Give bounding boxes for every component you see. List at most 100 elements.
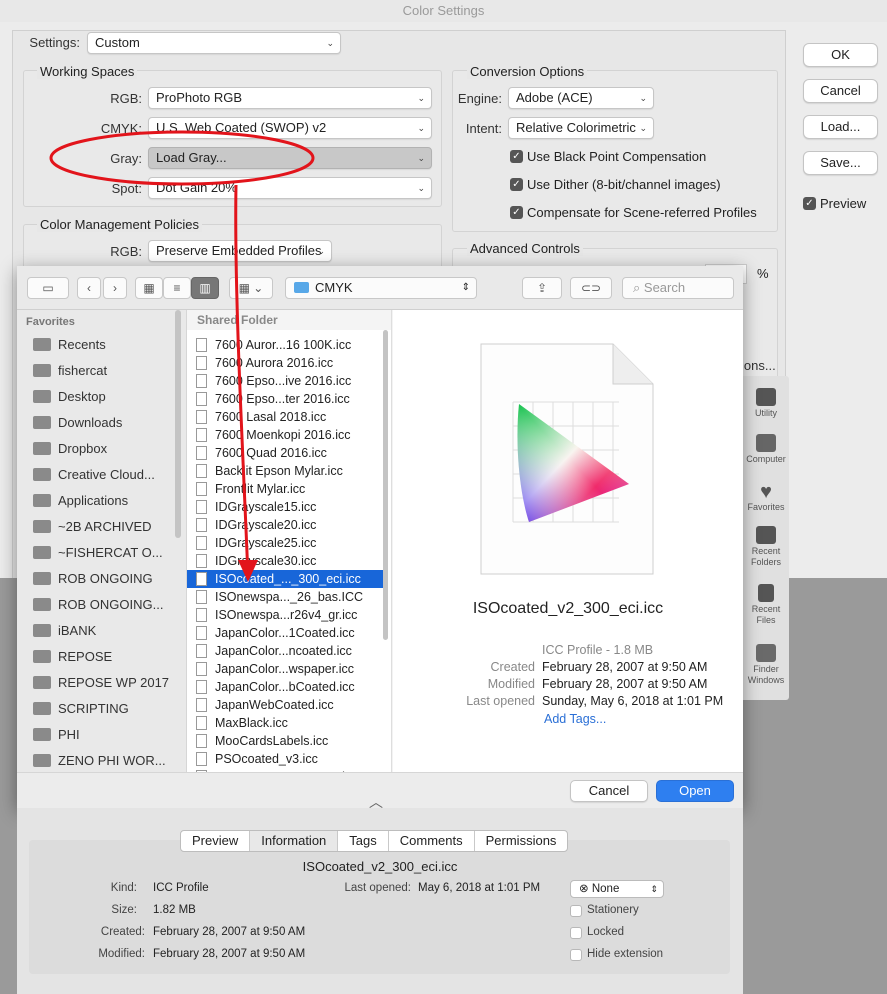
sidebar-item[interactable]: ~FISHERCAT O... <box>33 542 163 564</box>
sidebar-item[interactable]: Recents <box>33 334 106 356</box>
list-icon: ≡ <box>173 281 181 295</box>
utility-button[interactable]: Utility <box>743 388 789 419</box>
file-row[interactable]: MooCardsLabels.icc <box>187 732 387 750</box>
file-row[interactable]: ISOnewspa..._26_bas.ICC <box>187 588 387 606</box>
file-name: IDGrayscale30.icc <box>215 554 317 568</box>
file-row[interactable]: 7600 Auror...16 100K.icc <box>187 336 387 354</box>
engine-popup[interactable]: Adobe (ACE) ⌄ <box>508 87 654 109</box>
collapse-chevron-icon[interactable]: ︿ <box>369 792 383 812</box>
tab-preview[interactable]: Preview <box>181 831 251 851</box>
tab-information[interactable]: Information <box>250 831 339 851</box>
add-tags-link[interactable]: Add Tags... <box>544 712 606 726</box>
file-row[interactable]: IDGrayscale15.icc <box>187 498 387 516</box>
sidebar-item[interactable]: ROB ONGOING <box>33 568 153 590</box>
location-popup[interactable]: CMYK ⇕ <box>285 277 477 299</box>
file-row[interactable]: 7600 Epso...ter 2016.icc <box>187 390 387 408</box>
open-button[interactable]: Open <box>656 780 734 802</box>
file-row[interactable]: 7600 Epso...ive 2016.icc <box>187 372 387 390</box>
sidebar-item[interactable]: REPOSE WP 2017 <box>33 672 169 694</box>
file-row[interactable]: 7600 Quad 2016.icc <box>187 444 387 462</box>
cmyk-working-space-popup[interactable]: U.S. Web Coated (SWOP) v2 ⌄ <box>148 117 432 139</box>
icon-view-button[interactable]: ▦ <box>135 277 163 299</box>
group-view-button[interactable]: ▦ ⌄ <box>229 277 273 299</box>
back-button[interactable]: ‹ <box>77 277 101 299</box>
gray-value: Load Gray... <box>156 150 227 165</box>
file-row[interactable]: 7600 Moenkopi 2016.icc <box>187 426 387 444</box>
file-row[interactable]: ISOnewspa...r26v4_gr.icc <box>187 606 387 624</box>
search-field[interactable]: ⌕ Search <box>622 277 734 299</box>
locked-checkbox[interactable] <box>570 927 582 939</box>
file-row[interactable]: ISOcoated_..._300_eci.icc <box>187 570 387 588</box>
file-row[interactable]: JapanColor...1Coated.icc <box>187 624 387 642</box>
stationery-checkbox[interactable] <box>570 905 582 917</box>
file-row[interactable]: IDGrayscale25.icc <box>187 534 387 552</box>
sidebar-item[interactable]: ~2B ARCHIVED <box>33 516 152 538</box>
file-row[interactable]: JapanColor...ncoated.icc <box>187 642 387 660</box>
scene-referred-checkbox[interactable]: ✓ <box>510 206 523 219</box>
preview-checkbox[interactable]: ✓ <box>803 197 816 210</box>
folder-icon <box>33 390 51 403</box>
cancel-button[interactable]: Cancel <box>803 79 878 103</box>
sidebar-item[interactable]: ROB ONGOING... <box>33 594 163 616</box>
file-row[interactable]: IDGrayscale20.icc <box>187 516 387 534</box>
rgb-working-space-popup[interactable]: ProPhoto RGB ⌄ <box>148 87 432 109</box>
black-point-checkbox[interactable]: ✓ <box>510 150 523 163</box>
sidebar-item[interactable]: Creative Cloud... <box>33 464 155 486</box>
file-row[interactable]: 7600 Aurora 2016.icc <box>187 354 387 372</box>
file-row[interactable]: Frontlit Mylar.icc <box>187 480 387 498</box>
dither-checkbox[interactable]: ✓ <box>510 178 523 191</box>
file-row[interactable]: 7600 Lasal 2018.icc <box>187 408 387 426</box>
file-row[interactable]: JapanColor...bCoated.icc <box>187 678 387 696</box>
sidebar-item[interactable]: REPOSE <box>33 646 112 668</box>
finder-windows-button[interactable]: Finder Windows <box>743 644 789 686</box>
gray-working-space-popup[interactable]: Load Gray... ⌄ <box>148 147 432 169</box>
recent-files-button[interactable]: Recent Files <box>743 584 789 626</box>
tab-tags[interactable]: Tags <box>338 831 389 851</box>
save-button[interactable]: Save... <box>803 151 878 175</box>
icc-file-icon <box>196 698 207 712</box>
file-name: 7600 Auror...16 100K.icc <box>215 338 352 352</box>
file-row[interactable]: MaxBlack.icc <box>187 714 387 732</box>
open-cancel-button[interactable]: Cancel <box>570 780 648 802</box>
folder-icon <box>33 676 51 689</box>
policy-rgb-popup[interactable]: Preserve Embedded Profiles ⌄ <box>148 240 332 262</box>
file-row[interactable]: JapanWebCoated.icc <box>187 696 387 714</box>
folder-icon <box>33 572 51 585</box>
settings-popup[interactable]: Custom ⌄ <box>87 32 341 54</box>
column-view-button[interactable]: ▥ <box>191 277 219 299</box>
sidebar-item[interactable]: Desktop <box>33 386 106 408</box>
intent-popup[interactable]: Relative Colorimetric ⌄ <box>508 117 654 139</box>
recent-folders-button[interactable]: Recent Folders <box>743 526 789 568</box>
sidebar-item[interactable]: Downloads <box>33 412 122 434</box>
icc-file-icon <box>196 500 207 514</box>
tab-comments[interactable]: Comments <box>389 831 475 851</box>
sidebar-item[interactable]: Dropbox <box>33 438 107 460</box>
computer-button[interactable]: Computer <box>743 434 789 465</box>
tag-button[interactable]: ⊂⊃ <box>570 277 612 299</box>
scene-referred-label: Compensate for Scene-referred Profiles <box>527 205 757 220</box>
sidebar-item[interactable]: Applications <box>33 490 128 512</box>
tab-permissions[interactable]: Permissions <box>475 831 568 851</box>
ok-button[interactable]: OK <box>803 43 878 67</box>
sidebar-toggle-button[interactable]: ▭ <box>27 277 69 299</box>
utility-icon <box>756 388 776 406</box>
spot-popup[interactable]: Dot Gain 20% ⌄ <box>148 177 432 199</box>
sidebar-item[interactable]: ZENO PHI WOR... <box>33 750 166 772</box>
column-scrollbar[interactable] <box>383 330 388 640</box>
label-popup[interactable]: ⊗ None ⇕ <box>570 880 664 898</box>
hide-extension-checkbox[interactable] <box>570 949 582 961</box>
file-row[interactable]: Backlit Epson Mylar.icc <box>187 462 387 480</box>
file-row[interactable]: JapanColor...wspaper.icc <box>187 660 387 678</box>
file-row[interactable]: IDGrayscale30.icc <box>187 552 387 570</box>
forward-button[interactable]: › <box>103 277 127 299</box>
list-view-button[interactable]: ≡ <box>163 277 191 299</box>
sidebar-item[interactable]: fishercat <box>33 360 107 382</box>
sidebar-item[interactable]: iBANK <box>33 620 96 642</box>
sidebar-scrollbar[interactable] <box>175 310 181 538</box>
favorites-button[interactable]: ♥ Favorites <box>743 482 789 513</box>
load-button[interactable]: Load... <box>803 115 878 139</box>
sidebar-item[interactable]: PHI <box>33 724 80 746</box>
file-row[interactable]: PSOcoated_v3.icc <box>187 750 387 768</box>
sidebar-item[interactable]: SCRIPTING <box>33 698 129 720</box>
share-button[interactable]: ⇪ <box>522 277 562 299</box>
